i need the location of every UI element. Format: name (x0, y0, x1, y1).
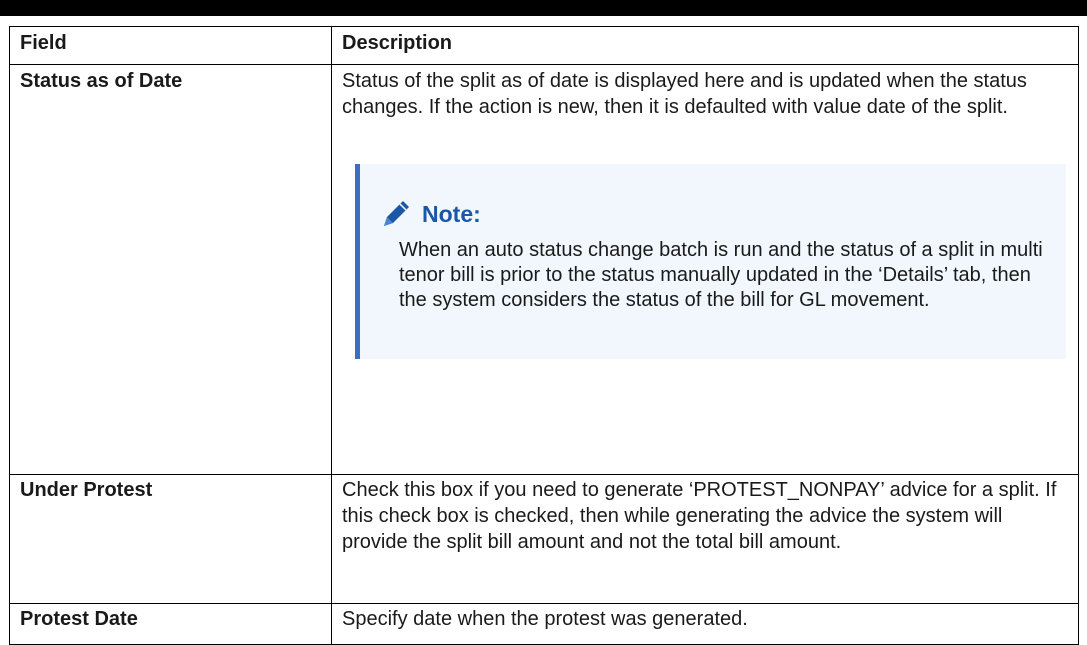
field-name: Under Protest (20, 479, 153, 501)
description-cell: Status of the split as of date is displa… (331, 64, 1079, 475)
field-description-table: Field Description Status as of Date Stat… (9, 26, 1079, 645)
pencil-icon (384, 201, 409, 226)
table-row: Protest Date Specify date when the prote… (9, 603, 1079, 645)
table-row: Under Protest Check this box if you need… (9, 474, 1079, 604)
header-description: Description (331, 26, 1079, 65)
field-cell: Status as of Date (9, 64, 332, 475)
note-text: When an auto status change batch is run … (399, 239, 1043, 311)
description-text: Status of the split as of date is displa… (342, 70, 1027, 118)
header-field: Field (9, 26, 332, 65)
table-header-row: Field Description (9, 26, 1079, 65)
field-cell: Under Protest (9, 474, 332, 604)
table-row: Status as of Date Status of the split as… (9, 64, 1079, 475)
top-rule (0, 0, 1087, 16)
field-cell: Protest Date (9, 603, 332, 645)
description-text: Check this box if you need to generate ‘… (342, 479, 1057, 553)
note-box: Note: When an auto status change batch i… (355, 164, 1066, 359)
note-header: Note: (360, 194, 481, 234)
note-title: Note: (422, 201, 481, 227)
description-cell: Check this box if you need to generate ‘… (331, 474, 1079, 604)
field-name: Status as of Date (20, 70, 183, 92)
description-cell: Specify date when the protest was genera… (331, 603, 1079, 645)
